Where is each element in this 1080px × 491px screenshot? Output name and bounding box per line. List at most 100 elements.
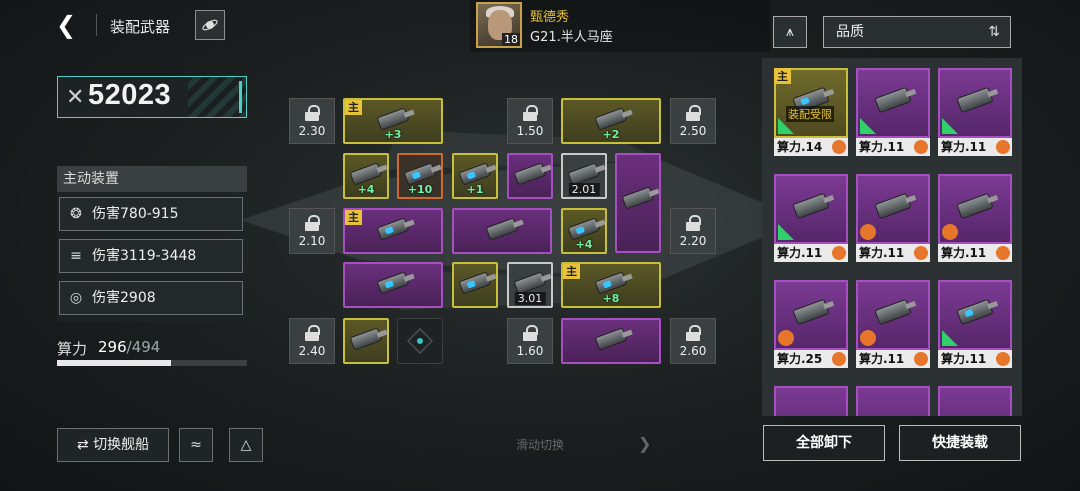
swap-icon: ⇄ [76,437,89,453]
locked-slot: 2.20 [670,208,716,254]
locked-slot: 2.50 [670,98,716,144]
slot-capacity: 2.01 [568,183,600,196]
switch-ship-label: 切换舰船 [93,437,150,453]
equipped-weapon-slot[interactable] [343,318,389,364]
slot-capacity: 1.50 [516,124,544,138]
locked-slot: 2.60 [670,318,716,364]
weapon-card[interactable]: 算力.11 [856,280,930,368]
captain-level: 18 [502,33,520,46]
chevron-right-icon[interactable]: ❯ [638,434,651,453]
slot-capacity: 3.01 [514,292,546,305]
gear-icon [996,140,1010,154]
equipped-weapon-slot[interactable]: +10 [397,153,443,199]
capacity-bar [57,360,247,366]
crossed-swords-icon: ✕ [66,85,85,110]
target-burst-icon: ◎ [69,290,83,306]
railgun-weapon-icon [485,217,519,241]
mount-weapon-icon [349,327,383,351]
equipped-weapon-slot[interactable] [507,153,553,199]
slot-capacity: 2.50 [679,124,707,138]
equipped-weapon-slot[interactable] [615,153,661,253]
equipped-weapon-slot[interactable]: 3.01 [507,262,553,308]
twin-cannon-weapon-icon [874,192,912,220]
header-divider [96,14,97,36]
filter-icon[interactable]: ⩚ [773,16,807,48]
capacity-value: 296/494 [98,338,160,356]
diamond-icon [406,327,434,355]
quick-load-button[interactable]: 快捷装载 [899,425,1021,461]
weapon-card[interactable]: 装配受限 主 算力.14 [774,68,848,156]
stat-row-3[interactable]: ◎ 伤害2908 [59,281,243,315]
orbit-icon[interactable] [195,10,225,40]
capacity-bar-fill [57,360,171,366]
gear-icon [914,246,928,260]
lock-icon [686,215,701,231]
gear-icon [996,352,1010,366]
slot-capacity: 2.20 [679,234,707,248]
gatling-weapon-icon [956,86,994,114]
launcher-weapon-icon [621,186,655,210]
rank-badge-icon [860,330,876,346]
unload-all-button[interactable]: 全部卸下 [763,425,885,461]
stat-label: 伤害3119-3448 [92,248,197,264]
stat-row-1[interactable]: ❂ 伤害780-915 [59,197,243,231]
weapon-card[interactable]: 算力.11 [938,68,1012,156]
weapon-card[interactable]: 算力.25 [774,280,848,368]
main-tag: 主 [774,68,791,84]
weapon-card[interactable]: 算力.11 [774,174,848,262]
weapon-card[interactable] [856,386,930,416]
weapon-card[interactable] [774,386,848,416]
turret-weapon-icon [513,162,547,186]
upgrade-level: +2 [602,128,620,141]
gear-icon [832,246,846,260]
captain-avatar[interactable]: 18 [476,2,522,48]
equipped-weapon-slot[interactable]: +1 [452,153,498,199]
weapon-card[interactable] [938,386,1012,416]
weapon-card[interactable]: 算力.11 [856,174,930,262]
equipped-weapon-slot[interactable]: +4 [561,208,607,254]
equipped-weapon-slot[interactable]: 主 +8 [561,262,661,308]
back-icon[interactable]: ❮ [56,12,82,38]
equipped-weapon-slot[interactable]: 2.01 [561,153,607,199]
quality-label: 品质 [836,24,864,40]
rank-badge-icon [942,330,958,346]
weapon-inventory-list[interactable]: 装配受限 主 算力.14 算力.11 算力.11 算力.11 算力.11 算力.… [762,58,1022,416]
locked-slot: 2.10 [289,208,335,254]
slot-capacity: 2.30 [298,124,326,138]
equipped-weapon-slot[interactable]: 主 +3 [343,98,443,144]
switch-ship-button[interactable]: ⇄ 切换舰船 [57,428,169,462]
equipped-weapon-slot[interactable] [452,262,498,308]
torpedo-weapon-icon [376,271,410,295]
capacity-used: 296 [98,338,127,356]
rank-badge-icon [860,118,876,134]
equipped-weapon-slot[interactable]: +4 [343,153,389,199]
assembly-limit-badge: 装配受限 [786,106,834,122]
upgrade-level: +4 [575,238,593,251]
equipped-weapon-slot[interactable] [452,208,552,254]
upgrade-level: +4 [357,183,375,196]
empty-slot[interactable] [397,318,443,364]
slot-capacity: 2.60 [679,344,707,358]
quality-sort-select[interactable]: 品质 ⇅ [823,16,1011,48]
equipped-weapon-slot[interactable]: +2 [561,98,661,144]
plasma-weapon-icon [956,298,994,326]
equipped-weapon-slot[interactable] [561,318,661,364]
gear-icon [996,246,1010,260]
locked-slot: 1.50 [507,98,553,144]
fleet-wave-icon[interactable]: ≈ [179,428,213,462]
stat-row-2[interactable]: ≡ 伤害3119-3448 [59,239,243,273]
equipped-weapon-slot[interactable]: 主 [343,208,443,254]
capacity-max: /494 [126,338,161,356]
weapon-card[interactable]: 算力.11 [938,280,1012,368]
upgrade-level: +1 [466,183,484,196]
gear-icon [914,140,928,154]
weapon-card[interactable]: 算力.11 [938,174,1012,262]
equipped-weapon-slot[interactable] [343,262,443,308]
captain-name: 甄德秀 [530,10,570,25]
pistol-weapon-icon [458,271,492,295]
locked-slot: 2.30 [289,98,335,144]
rank-badge-icon [942,118,958,134]
weapon-card[interactable]: 算力.11 [856,68,930,156]
upgrade-level: +8 [602,292,620,305]
formation-icon[interactable]: △ [229,428,263,462]
